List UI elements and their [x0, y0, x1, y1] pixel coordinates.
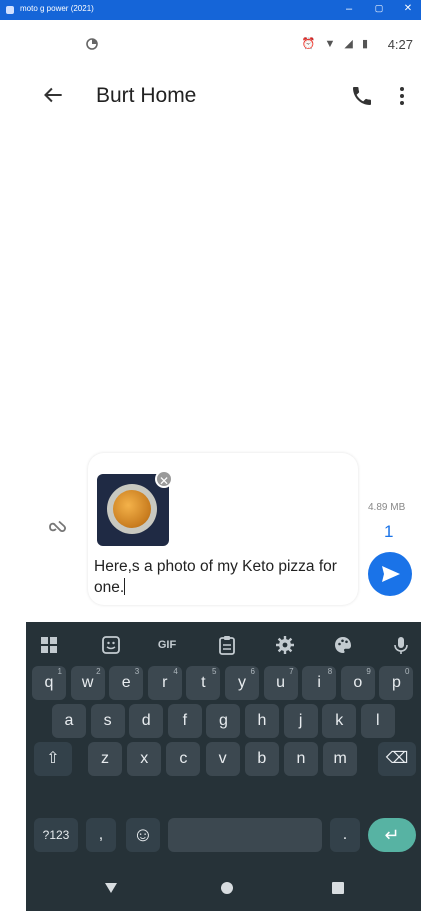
key-b[interactable]: b — [244, 742, 279, 776]
key-d[interactable]: d — [129, 704, 164, 738]
key-k[interactable]: k — [322, 704, 357, 738]
key-n[interactable]: n — [284, 742, 318, 776]
message-text: Here,s a photo of my Keto pizza for one. — [94, 558, 337, 596]
key-i[interactable]: i8 — [302, 666, 337, 700]
shift-key[interactable]: ⇧ — [34, 742, 72, 776]
send-icon — [382, 566, 400, 582]
apps-grid-icon[interactable] — [38, 634, 60, 656]
key-label: r — [162, 674, 168, 691]
space-key[interactable] — [168, 818, 322, 852]
contact-name: Burt Home — [96, 84, 197, 107]
period-key[interactable]: . — [330, 818, 360, 852]
key-y[interactable]: y6 — [225, 666, 259, 700]
keyboard: GIF q1w2e3r4t5y6u7i8o9p0 asdfghjkl zxcvb… — [26, 622, 421, 911]
key-l[interactable]: l — [360, 704, 395, 738]
backspace-key[interactable]: ⌫ — [378, 742, 416, 776]
key-z[interactable]: z — [88, 742, 122, 776]
comma-key[interactable]: , — [86, 818, 116, 852]
key-hint: 1 — [57, 667, 62, 676]
key-hint: 4 — [173, 667, 178, 676]
key-o[interactable]: o9 — [340, 666, 375, 700]
send-button[interactable] — [368, 552, 412, 596]
key-hint: 6 — [250, 667, 255, 676]
app-icon — [6, 6, 14, 14]
back-arrow-icon[interactable] — [40, 82, 66, 108]
key-label: i — [317, 674, 321, 691]
key-f[interactable]: f — [167, 704, 202, 738]
nav-home-icon[interactable] — [220, 881, 234, 895]
navigation-bar — [26, 868, 421, 911]
clipboard-icon[interactable] — [216, 634, 238, 656]
microphone-icon[interactable] — [390, 634, 412, 656]
key-x[interactable]: x — [127, 742, 162, 776]
key-label: q — [44, 674, 54, 691]
key-s[interactable]: s — [90, 704, 125, 738]
sticker-icon[interactable] — [100, 634, 122, 656]
enter-key[interactable]: ↵ — [368, 818, 416, 852]
phone-call-icon[interactable] — [350, 84, 374, 108]
key-j[interactable]: j — [283, 704, 318, 738]
key-w[interactable]: w2 — [70, 666, 105, 700]
key-t[interactable]: t5 — [186, 666, 221, 700]
message-thread — [0, 120, 421, 450]
window-title: moto g power (2021) — [20, 4, 94, 13]
key-hint: 8 — [327, 667, 333, 676]
minimize-button[interactable]: – — [342, 3, 356, 15]
key-label: w — [81, 674, 94, 691]
key-v[interactable]: v — [205, 742, 240, 776]
attachment-icon[interactable] — [46, 519, 70, 535]
key-u[interactable]: u7 — [263, 666, 298, 700]
key-hint: 2 — [96, 667, 101, 676]
window-titlebar: moto g power (2021) – ▢ ✕ — [0, 0, 421, 20]
key-q[interactable]: q1 — [32, 666, 66, 700]
key-c[interactable]: c — [166, 742, 201, 776]
key-hint: 7 — [289, 667, 294, 676]
theme-palette-icon[interactable] — [332, 634, 354, 656]
key-label: u — [276, 674, 286, 691]
key-r[interactable]: r4 — [147, 666, 182, 700]
nav-recents-icon[interactable] — [332, 882, 344, 894]
message-input[interactable]: Here,s a photo of my Keto pizza for one. — [94, 556, 354, 598]
key-h[interactable]: h — [245, 704, 279, 738]
key-label: e — [121, 674, 131, 691]
settings-gear-icon[interactable] — [274, 634, 296, 656]
status-bar: ⏰ ▼ ◢ ▮ 4:27 — [0, 34, 421, 56]
key-p[interactable]: p0 — [379, 666, 414, 700]
keyboard-toolbar: GIF — [26, 622, 421, 666]
pizza-image — [113, 490, 151, 528]
key-label: t — [201, 674, 206, 691]
key-m[interactable]: m — [323, 742, 358, 776]
gif-button[interactable]: GIF — [152, 634, 182, 656]
emoji-key[interactable]: ☺ — [126, 818, 160, 852]
key-hint: 0 — [404, 667, 410, 676]
key-hint: 5 — [211, 667, 217, 676]
conversation-app-bar: Burt Home — [0, 72, 421, 120]
attachment-size: 4.89 MB — [368, 502, 406, 513]
key-g[interactable]: g — [206, 704, 241, 738]
key-label: y — [238, 674, 246, 691]
key-label: o — [353, 674, 363, 691]
more-options-icon[interactable] — [394, 84, 410, 108]
status-time: 4:27 — [387, 37, 413, 52]
notification-icon — [86, 38, 98, 50]
key-label: p — [391, 674, 401, 691]
key-hint: 9 — [366, 667, 371, 676]
nav-back-icon[interactable] — [104, 882, 118, 894]
status-icons: ⏰ ▼ ◢ ▮ — [301, 38, 371, 50]
remove-attachment-button[interactable]: ✕ — [155, 470, 173, 488]
close-window-button[interactable]: ✕ — [401, 3, 415, 14]
segment-count: 1 — [384, 522, 394, 541]
symbols-key[interactable]: ?123 — [34, 818, 78, 852]
key-a[interactable]: a — [52, 704, 86, 738]
text-cursor — [124, 578, 126, 595]
key-e[interactable]: e3 — [109, 666, 144, 700]
maximize-button[interactable]: ▢ — [372, 3, 386, 14]
key-hint: 3 — [134, 667, 140, 676]
